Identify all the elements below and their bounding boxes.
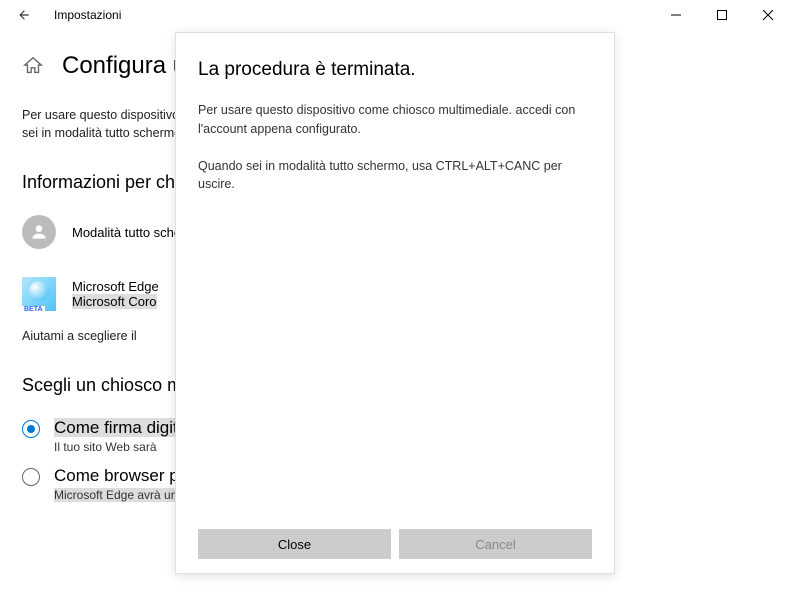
cancel-button[interactable]: Cancel [399, 529, 592, 559]
minimize-button[interactable] [653, 0, 699, 30]
dialog-title: La procedura è terminata. [198, 59, 592, 81]
close-icon [763, 10, 773, 20]
maximize-button[interactable] [699, 0, 745, 30]
app-name-label: Microsoft Edge [72, 279, 159, 294]
edge-icon: BETA [22, 277, 56, 311]
arrow-left-icon [17, 8, 31, 22]
home-icon[interactable] [22, 55, 44, 77]
radio-digital-signage[interactable] [22, 420, 40, 438]
radio-sub-2: Microsoft Edge avrà un [54, 488, 177, 502]
back-button[interactable] [4, 0, 44, 30]
completion-dialog: La procedura è terminata. Per usare ques… [175, 32, 615, 574]
app-title: Impostazioni [54, 8, 121, 22]
minimize-icon [671, 10, 681, 20]
user-icon [29, 222, 49, 242]
window-controls [653, 0, 791, 30]
dialog-buttons: Close Cancel [198, 529, 592, 559]
beta-badge: BETA [22, 306, 45, 313]
close-button[interactable]: Close [198, 529, 391, 559]
dialog-para-2: Quando sei in modalità tutto schermo, us… [198, 157, 592, 195]
avatar [22, 215, 56, 249]
radio-public-browser[interactable] [22, 468, 40, 486]
titlebar: Impostazioni [0, 0, 791, 30]
dialog-para-1: Per usare questo dispositivo come chiosc… [198, 101, 592, 139]
close-window-button[interactable] [745, 0, 791, 30]
maximize-icon [717, 10, 727, 20]
app-sub-label: Microsoft Coro [72, 294, 157, 309]
